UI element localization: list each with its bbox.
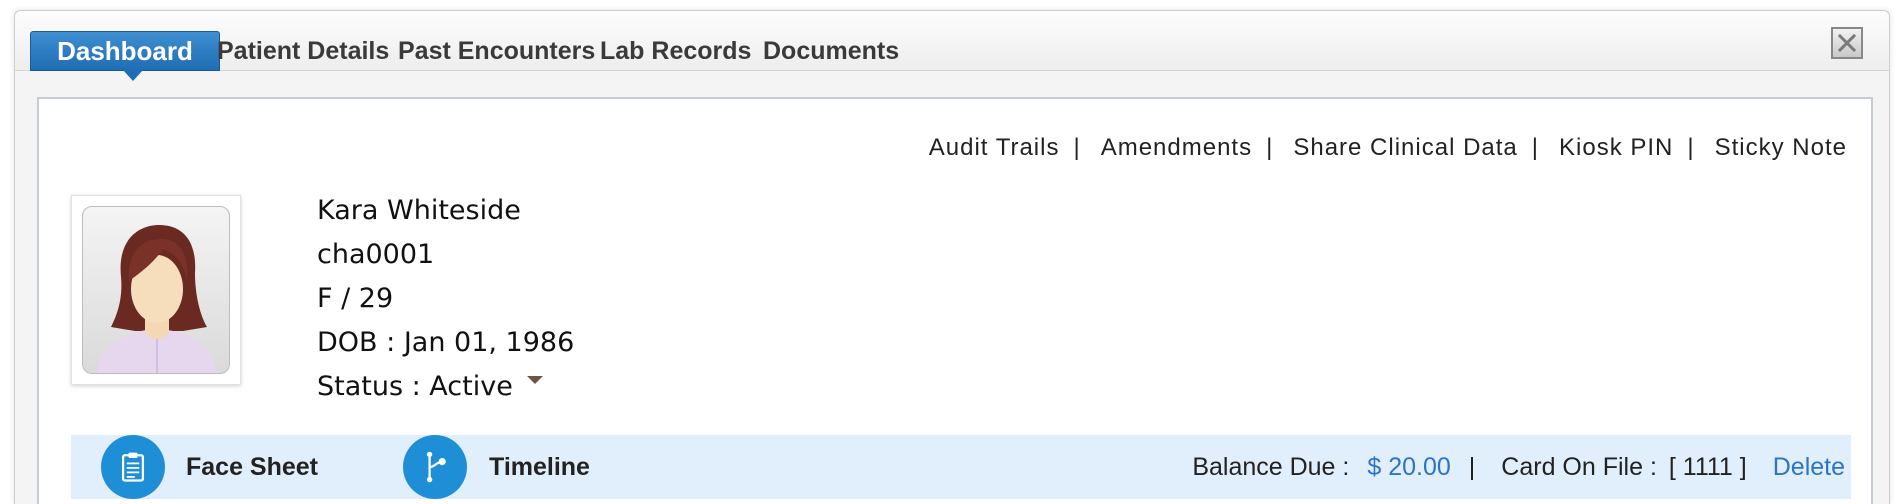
- audit-trails-link[interactable]: Audit Trails: [929, 134, 1060, 162]
- balance-due-label: Balance Due :: [1192, 452, 1350, 481]
- action-links: Audit Trails | Amendments | Share Clinical…: [929, 133, 1847, 163]
- face-sheet-label[interactable]: Face Sheet: [186, 435, 318, 499]
- timeline-button[interactable]: [403, 435, 467, 499]
- separator: |: [1687, 134, 1695, 161]
- patient-name: Kara Whiteside: [317, 195, 521, 226]
- kiosk-pin-link[interactable]: Kiosk PIN: [1559, 134, 1673, 162]
- patient-info: Kara Whiteside cha0001 F / 29 DOB : Jan …: [317, 189, 574, 409]
- delete-card-link[interactable]: Delete: [1773, 453, 1845, 482]
- tab-bar: Dashboard Patient Details Past Encounter…: [15, 11, 1889, 81]
- sticky-note-link[interactable]: Sticky Note: [1715, 134, 1847, 162]
- branch-icon: [426, 451, 446, 483]
- tab-dashboard-label: Dashboard: [57, 35, 193, 66]
- close-button[interactable]: [1831, 27, 1863, 59]
- close-icon: [1837, 33, 1857, 53]
- separator: |: [1531, 134, 1540, 161]
- face-sheet-button[interactable]: [101, 435, 165, 499]
- patient-id: cha0001: [317, 239, 435, 270]
- balance-due-value[interactable]: $ 20.00: [1367, 453, 1450, 482]
- female-avatar-icon: [97, 225, 217, 373]
- quick-actions-bar: Face Sheet Timeline Balance Due : $ 20.0…: [71, 435, 1851, 499]
- card-on-file-label: Card On File :: [1501, 452, 1657, 481]
- clipboard-icon: [121, 452, 145, 482]
- separator: |: [1266, 134, 1274, 161]
- patient-status-text: Status : Active: [317, 371, 513, 402]
- patient-status[interactable]: Status : Active: [317, 365, 574, 409]
- share-clinical-data-link[interactable]: Share Clinical Data: [1293, 134, 1517, 162]
- tab-documents[interactable]: Documents: [763, 31, 899, 71]
- separator: |: [1468, 452, 1476, 481]
- active-tab-pointer: [123, 70, 143, 81]
- tab-dashboard[interactable]: Dashboard: [30, 31, 220, 81]
- timeline-label[interactable]: Timeline: [489, 435, 590, 499]
- billing-info: Balance Due : $ 20.00 | Card On File : […: [1192, 435, 1845, 499]
- chevron-down-icon[interactable]: [526, 375, 543, 384]
- tab-lab-records[interactable]: Lab Records: [600, 31, 751, 71]
- card-on-file-value: [ 1111 ]: [1668, 452, 1747, 481]
- avatar-image: [82, 206, 230, 374]
- separator: |: [1073, 134, 1081, 161]
- amendments-link[interactable]: Amendments: [1101, 134, 1252, 162]
- avatar[interactable]: [71, 195, 241, 385]
- patient-window: Dashboard Patient Details Past Encounter…: [14, 10, 1890, 504]
- patient-sex-age: F / 29: [317, 283, 394, 314]
- tab-past-encounters[interactable]: Past Encounters: [398, 31, 595, 71]
- patient-dob: DOB : Jan 01, 1986: [317, 327, 575, 358]
- dashboard-panel: Audit Trails | Amendments | Share Clinical…: [37, 97, 1873, 504]
- tab-patient-details[interactable]: Patient Details: [217, 31, 389, 71]
